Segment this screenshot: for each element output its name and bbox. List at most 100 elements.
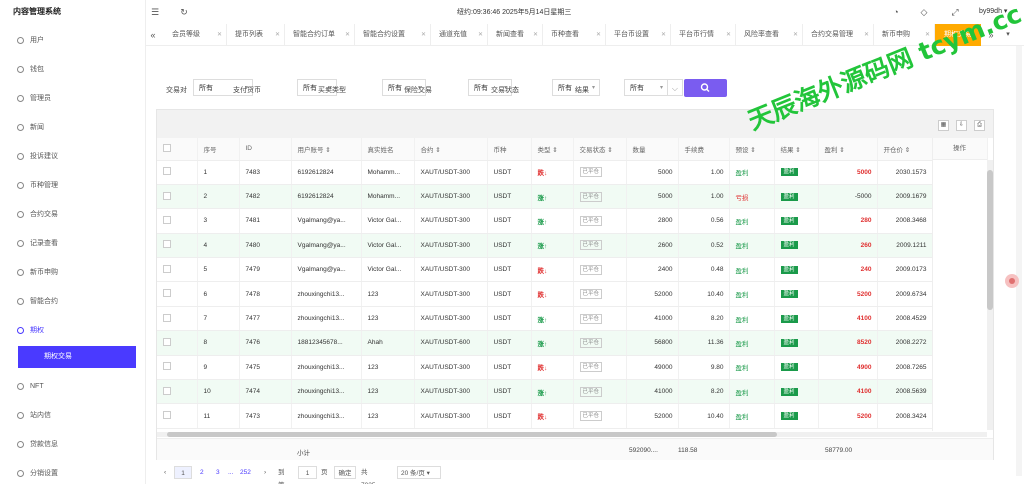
sidebar-item[interactable]: 管理员 <box>0 84 145 113</box>
columns-icon[interactable]: ▦ <box>938 120 949 131</box>
sidebar-item[interactable]: 投诉建议 <box>0 142 145 171</box>
page-number[interactable]: 252 <box>240 466 251 479</box>
page-input[interactable]: 1 <box>298 466 317 479</box>
next-page-icon[interactable]: › <box>264 466 266 479</box>
row-price: 2008.7265 <box>877 355 933 381</box>
close-icon[interactable]: ✕ <box>533 24 538 46</box>
page-size-select[interactable]: 20 条/页 ▾ <box>397 466 441 479</box>
row-type: 涨↑ <box>531 379 574 405</box>
tab-item[interactable]: 风险率查看 ✕ <box>736 24 803 46</box>
confirm-button[interactable]: 确定 <box>334 466 356 479</box>
tab-item[interactable]: 通道充值 ✕ <box>431 24 488 46</box>
checkbox-cell[interactable] <box>157 257 198 283</box>
checkbox-cell[interactable] <box>157 281 198 307</box>
vertical-scrollbar[interactable] <box>987 160 993 430</box>
filter-select[interactable]: 所有 ▾ <box>624 79 668 96</box>
menu-toggle-icon[interactable]: ☰ <box>150 7 160 17</box>
sidebar-item[interactable]: 分销设置 <box>0 459 145 484</box>
checkbox[interactable] <box>163 191 171 200</box>
checkbox-cell[interactable] <box>157 184 198 210</box>
close-icon[interactable]: ✕ <box>345 24 350 46</box>
coin-icon <box>17 182 24 189</box>
tab-scroll-left-icon[interactable]: « <box>146 24 160 46</box>
checkbox-cell[interactable] <box>157 379 198 405</box>
checkbox-cell[interactable] <box>157 306 198 332</box>
page-number[interactable]: 3 <box>216 466 220 479</box>
checkbox[interactable] <box>163 289 171 298</box>
checkbox[interactable] <box>163 143 171 152</box>
checkbox[interactable] <box>163 240 171 249</box>
tag-icon[interactable]: ◇ <box>919 7 929 17</box>
sidebar-item[interactable]: 贷款信息 <box>0 430 145 459</box>
sidebar-item[interactable]: 智能合约 <box>0 287 145 316</box>
page-number[interactable]: 1 <box>174 466 192 479</box>
sidebar-item[interactable]: 新闻 <box>0 113 145 142</box>
close-icon[interactable]: ✕ <box>217 24 222 46</box>
dashboard-icon[interactable]: ◔ <box>891 7 901 17</box>
sidebar-item[interactable]: 新币申购 <box>0 258 145 287</box>
checkbox[interactable] <box>163 337 171 346</box>
filter-label: 买卖类型 <box>318 87 346 94</box>
row-id: 7483 <box>239 160 292 185</box>
export-icon[interactable]: ⇩ <box>956 120 967 131</box>
horizontal-scrollbar[interactable] <box>157 432 987 437</box>
sidebar-item[interactable]: 币种管理 <box>0 171 145 200</box>
checkbox[interactable] <box>163 386 171 395</box>
checkbox-cell[interactable] <box>157 160 198 185</box>
tab-item[interactable]: 会员等级 ✕ <box>164 24 227 46</box>
search-button[interactable] <box>684 79 727 97</box>
horizontal-scroll-thumb[interactable] <box>167 432 777 437</box>
sidebar-item[interactable]: 合约交易 <box>0 200 145 229</box>
tab-item[interactable]: 平台币设置 ✕ <box>606 24 671 46</box>
print-icon[interactable]: ⎙ <box>974 120 985 131</box>
column-header: 类型 ⇕ <box>531 138 574 161</box>
page-number[interactable]: ... <box>228 466 233 479</box>
tab-item[interactable]: 币种查看 ✕ <box>543 24 606 46</box>
close-icon[interactable]: ✕ <box>596 24 601 46</box>
checkbox-cell[interactable] <box>157 355 198 381</box>
checkbox-cell[interactable] <box>157 330 198 356</box>
tab-item[interactable]: 智能合约订单 ✕ <box>285 24 355 46</box>
orders-table: 序号 ID 用户账号 ⇕ 真实姓名 合约 ⇕ 币种 类型 ⇕ 交易状态 ⇕ 数量 手续费 预设 ⇕ 结… <box>157 138 988 429</box>
close-icon[interactable]: ✕ <box>661 24 666 46</box>
sidebar-item[interactable]: 钱包 <box>0 55 145 84</box>
page-number[interactable]: 2 <box>200 466 204 479</box>
sidebar-item[interactable]: 站内信 <box>0 401 145 430</box>
filter-expand-button[interactable]: ⌵ <box>666 79 683 96</box>
user-icon <box>17 37 24 44</box>
sidebar-item[interactable]: 用户 <box>0 26 145 55</box>
sidebar-subitem-active[interactable]: 期权交易 <box>18 346 136 368</box>
close-icon[interactable]: ✕ <box>864 24 869 46</box>
checkbox[interactable] <box>163 313 171 322</box>
table-toolbar: ▦ ⇩ ⎙ <box>157 110 993 138</box>
type-label: 涨↑ <box>537 389 548 397</box>
sidebar-item[interactable]: 期权 <box>0 316 145 345</box>
checkbox[interactable] <box>163 264 171 273</box>
close-icon[interactable]: ✕ <box>726 24 731 46</box>
page-scrollbar[interactable] <box>1016 46 1022 476</box>
tab-item[interactable]: 提币列表 ✕ <box>227 24 285 46</box>
checkbox-cell[interactable] <box>157 233 198 259</box>
close-icon[interactable]: ✕ <box>793 24 798 46</box>
checkbox-cell[interactable] <box>157 403 198 429</box>
tab-item[interactable]: 合约交易管理 ✕ <box>803 24 874 46</box>
close-icon[interactable]: ✕ <box>421 24 426 46</box>
tab-item[interactable]: 智能合约设置 ✕ <box>355 24 431 46</box>
header-checkbox-cell[interactable] <box>157 138 198 161</box>
checkbox[interactable] <box>163 215 171 224</box>
refresh-icon[interactable]: ↻ <box>179 7 189 17</box>
checkbox[interactable] <box>163 411 171 420</box>
row-profit: 240 <box>818 257 878 283</box>
sidebar-item[interactable]: 记录查看 <box>0 229 145 258</box>
float-help-icon[interactable] <box>1005 274 1019 288</box>
close-icon[interactable]: ✕ <box>275 24 280 46</box>
tab-item[interactable]: 新闻查看 ✕ <box>488 24 543 46</box>
checkbox[interactable] <box>163 362 171 371</box>
vertical-scroll-thumb[interactable] <box>987 170 993 310</box>
checkbox[interactable] <box>163 167 171 176</box>
close-icon[interactable]: ✕ <box>478 24 483 46</box>
sidebar-item[interactable]: NFT <box>0 372 145 401</box>
checkbox-cell[interactable] <box>157 208 198 234</box>
tab-item[interactable]: 平台币行情 ✕ <box>671 24 736 46</box>
prev-page-icon[interactable]: ‹ <box>164 466 166 479</box>
